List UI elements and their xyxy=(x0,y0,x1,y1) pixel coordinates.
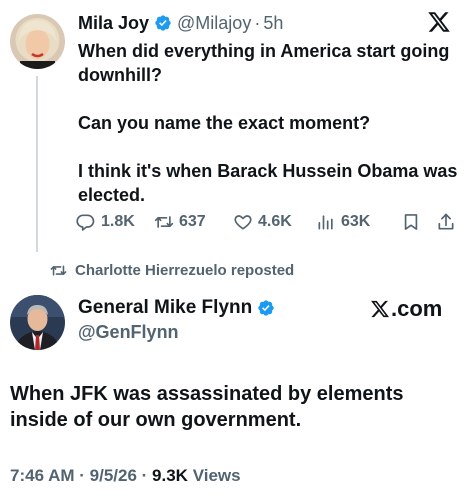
like-button[interactable]: 4.6K xyxy=(233,212,292,232)
tweet2-meta: 7:46 AM · 9/5/26 · 9.3K Views xyxy=(10,466,241,486)
views-label: Views xyxy=(187,466,241,485)
tweet1-header: Mila Joy @Milajoy · 5h xyxy=(78,11,283,35)
bookmark-icon xyxy=(404,214,418,230)
avatar-mila-joy[interactable] xyxy=(10,14,65,69)
views-count[interactable]: 9.3K xyxy=(152,466,188,485)
share-button[interactable] xyxy=(436,212,456,232)
verified-badge-icon xyxy=(154,14,172,32)
bookmark-button[interactable] xyxy=(401,212,421,232)
repost-button[interactable]: 637 xyxy=(154,212,206,232)
x-logo-icon xyxy=(427,10,451,34)
views-icon xyxy=(318,215,333,230)
author-name[interactable]: General Mike Flynn xyxy=(78,297,252,319)
repost-count: 637 xyxy=(179,213,206,230)
tweet1-paragraph: When did everything in America start goi… xyxy=(78,41,450,85)
reply-button[interactable]: 1.8K xyxy=(76,212,135,232)
reply-icon xyxy=(76,214,95,231)
x-logo-icon xyxy=(371,300,390,318)
author-handle[interactable]: @GenFlynn xyxy=(78,322,179,343)
tweet2-header: General Mike Flynn xyxy=(78,297,280,319)
repost-icon xyxy=(50,265,67,276)
post-time[interactable]: 5h xyxy=(263,13,283,34)
verified-badge-icon xyxy=(257,299,275,317)
repost-banner-text: Charlotte Hierrezuelo reposted xyxy=(75,262,295,279)
share-icon xyxy=(438,213,454,230)
tweet1-paragraph: I think it's when Barack Hussein Obama w… xyxy=(78,161,458,205)
like-count: 4.6K xyxy=(258,213,292,230)
views-button[interactable]: 63K xyxy=(316,212,370,232)
author-name[interactable]: Mila Joy xyxy=(78,13,149,34)
author-handle[interactable]: @Milajoy xyxy=(177,13,251,34)
tweet2-body: When JFK was assassinated by elements in… xyxy=(10,383,404,431)
repost-icon xyxy=(154,216,174,228)
thread-connector-line xyxy=(36,76,38,252)
tweet1-paragraph: Can you name the exact moment? xyxy=(78,113,371,133)
like-icon xyxy=(234,215,252,230)
x-com-text: .com xyxy=(391,296,443,321)
tweet1-action-bar: 1.8K 637 4.6K 63K xyxy=(76,209,460,235)
post-timestamp[interactable]: 7:46 AM · 9/5/26 · xyxy=(10,466,152,485)
avatar-general-mike-flynn[interactable] xyxy=(10,295,65,350)
views-count: 63K xyxy=(341,213,371,230)
repost-banner[interactable]: Charlotte Hierrezuelo reposted xyxy=(50,262,294,279)
reply-count: 1.8K xyxy=(101,213,135,230)
tweet1-body: When did everything in America start goi… xyxy=(78,39,458,207)
x-com-brand: .com xyxy=(370,296,442,322)
separator-dot: · xyxy=(254,12,261,33)
